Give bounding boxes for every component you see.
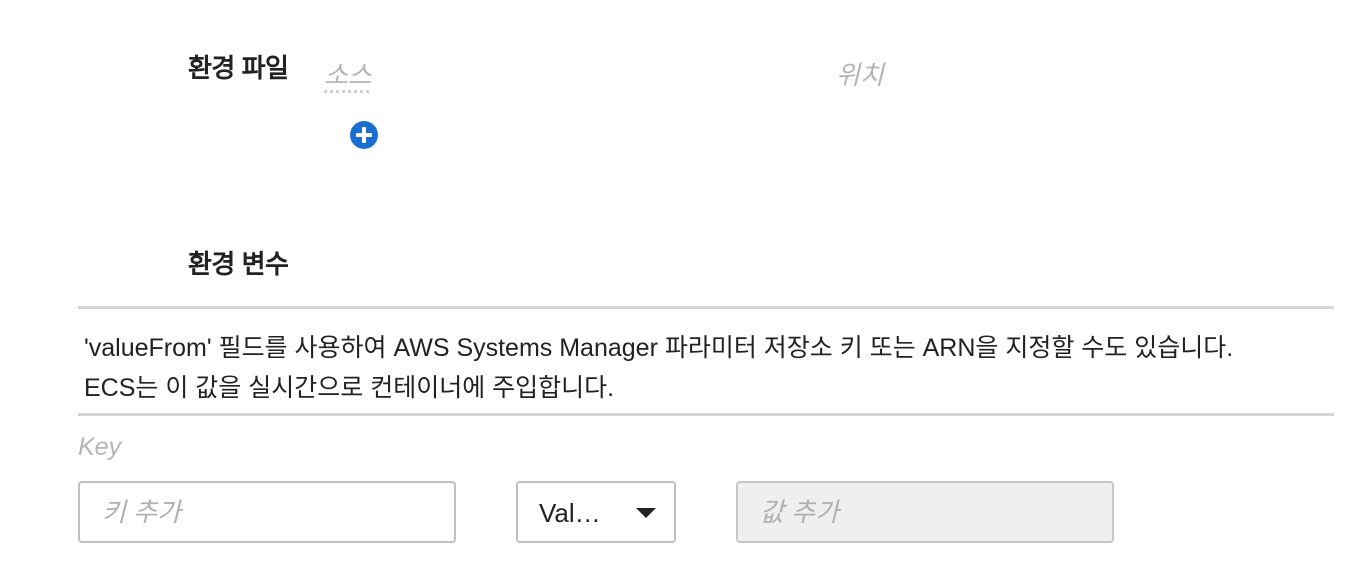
env-vars-label: 환경 변수 [188,249,289,279]
env-vars-info-line-2: ECS는 이 값을 실시간으로 컨테이너에 주입합니다. [84,374,615,402]
env-vars-info-line-1: 'valueFrom' 필드를 사용하여 AWS Systems Manager… [84,334,1234,362]
env-files-label: 환경 파일 [188,53,289,83]
env-var-key-input[interactable] [78,481,456,543]
value-type-selected-label: Val… [539,498,601,528]
task-definition-env-section: 환경 파일 소스 위치 환경 변수 'valueFrom' 필드를 사용하여 A… [0,0,1356,566]
add-env-file-plus-icon[interactable] [350,121,378,149]
env-files-location-header: 위치 [836,60,884,90]
env-var-value-input[interactable] [736,481,1114,543]
env-vars-info-box: 'valueFrom' 필드를 사용하여 AWS Systems Manager… [78,306,1334,416]
env-files-source-header: 소스 [324,60,372,90]
env-var-value-type-select[interactable]: Val… [516,481,676,543]
env-vars-key-header: Key [78,433,122,461]
caret-down-icon [636,508,656,518]
